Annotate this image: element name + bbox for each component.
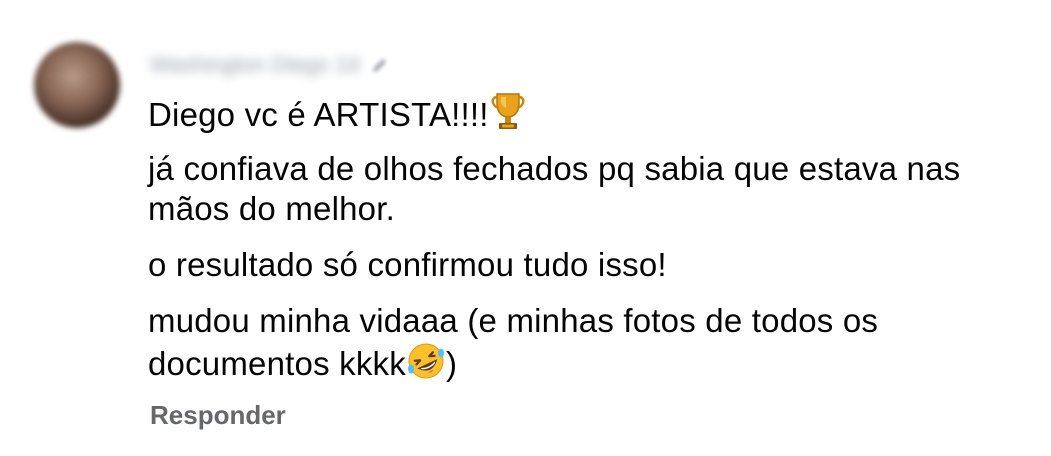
comment-paragraph: Diego vc é ARTISTA!!!! bbox=[148, 90, 1028, 135]
comment-paragraph: já confiava de olhos fechados pq sabia q… bbox=[148, 150, 961, 227]
rofl-icon bbox=[407, 343, 444, 379]
comment-body: Diego vc é ARTISTA!!!! já confiava de ol… bbox=[148, 90, 1028, 400]
comment-paragraph: mudou minha vidaaa (e minhas fotos de to… bbox=[148, 301, 1028, 384]
pencil-icon bbox=[372, 59, 386, 72]
comment-text: mudou minha vidaaa (e minhas fotos de to… bbox=[148, 302, 879, 382]
comment-paragraph: o resultado só confirmou tudo isso! bbox=[148, 246, 667, 283]
avatar[interactable] bbox=[34, 42, 120, 128]
reply-button[interactable]: Responder bbox=[150, 400, 286, 431]
trophy-icon bbox=[491, 93, 525, 129]
comment: Washington Diego 1d Diego vc é ARTISTA!!… bbox=[0, 0, 1051, 456]
comment-header: Washington Diego 1d bbox=[150, 52, 390, 78]
comment-text: ) bbox=[445, 345, 458, 382]
comment-text: Diego vc é ARTISTA!!!! bbox=[148, 96, 489, 133]
author-name-blurred[interactable]: Washington Diego 1d bbox=[150, 52, 360, 78]
